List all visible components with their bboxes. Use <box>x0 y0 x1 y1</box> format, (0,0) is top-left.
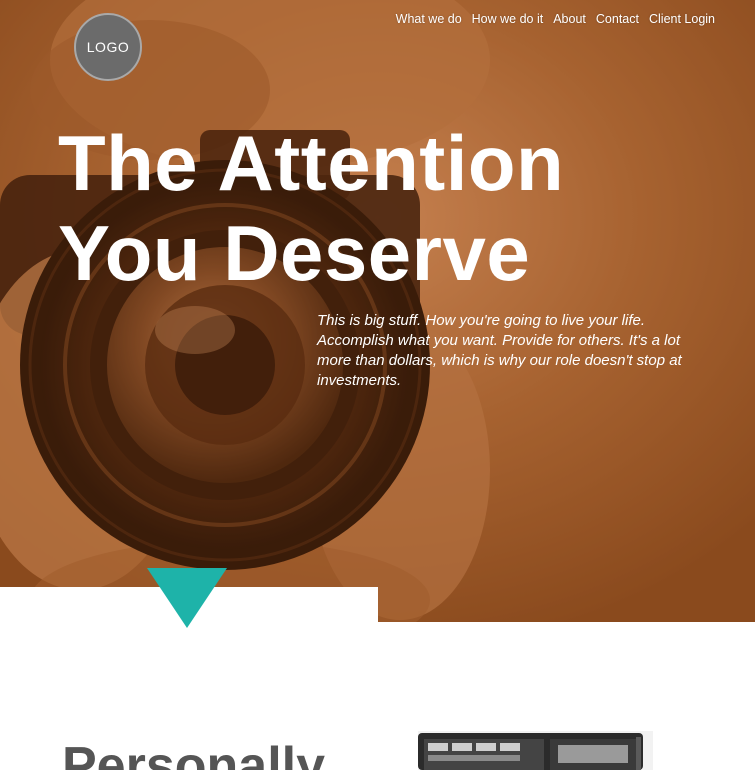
triangle-pointer-icon <box>147 568 227 628</box>
main-nav: What we do How we do it About Contact Cl… <box>396 12 715 26</box>
hero-headline-line2: You Deserve <box>58 209 531 297</box>
hero-tagline: This is big stuff. How you're going to l… <box>317 312 682 389</box>
hero-headline: The Attention You Deserve <box>58 118 564 298</box>
nav-item-contact[interactable]: Contact <box>596 12 639 26</box>
hero-headline-line1: The Attention <box>58 119 565 207</box>
nav-item-how-we-do-it[interactable]: How we do it <box>472 12 544 26</box>
radio-device-photo <box>418 731 653 770</box>
nav-item-client-login[interactable]: Client Login <box>649 12 715 26</box>
nav-item-about[interactable]: About <box>553 12 586 26</box>
page: LOGO What we do How we do it About Conta… <box>0 0 755 770</box>
section-title: Personally <box>62 737 326 770</box>
hero-section: LOGO What we do How we do it About Conta… <box>0 0 755 622</box>
nav-item-what-we-do[interactable]: What we do <box>396 12 462 26</box>
logo[interactable]: LOGO <box>74 13 142 81</box>
